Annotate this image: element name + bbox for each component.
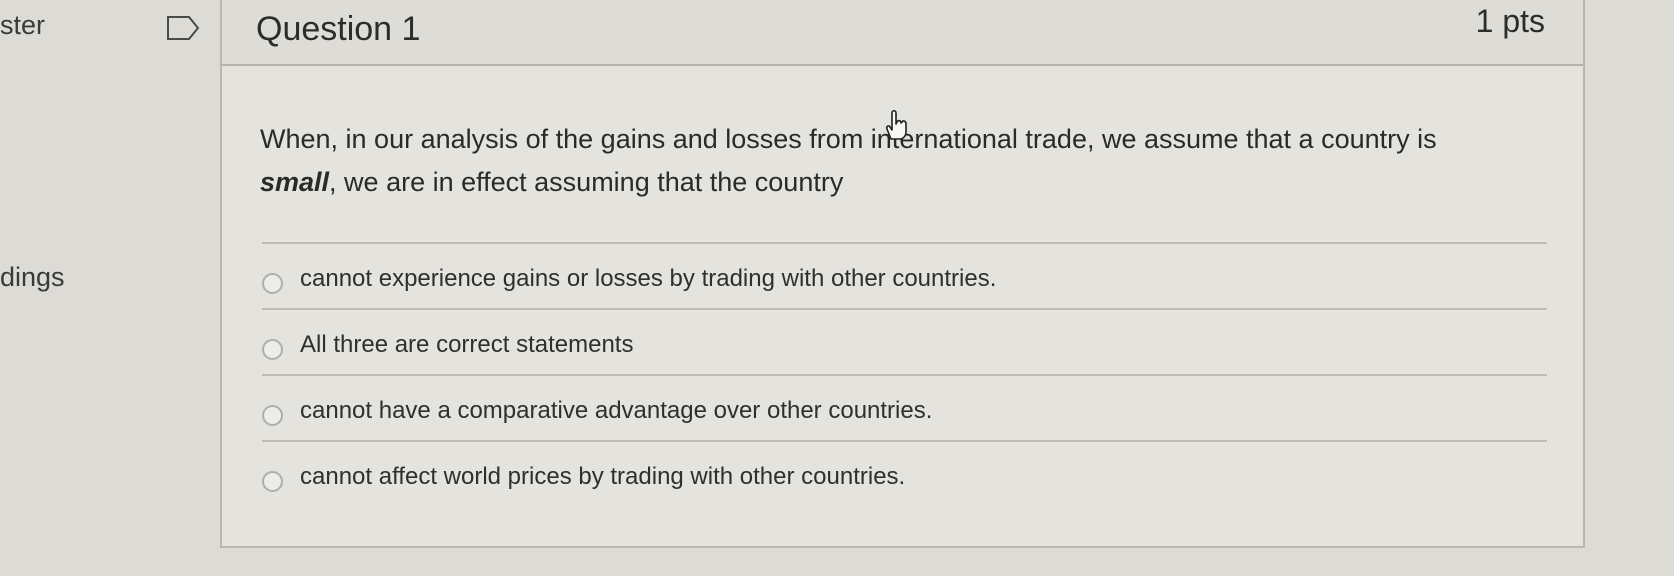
answer-list: cannot experience gains or losses by tra… xyxy=(262,242,1547,506)
answer-option-1[interactable]: cannot experience gains or losses by tra… xyxy=(262,242,1547,308)
question-title: Question 1 xyxy=(256,10,421,48)
course-navigation-sidebar: ster dings xyxy=(0,0,160,576)
answer-label: All three are correct statements xyxy=(300,331,634,358)
hand-pointer-icon xyxy=(886,109,907,140)
radio-button-icon[interactable] xyxy=(262,405,283,426)
question-text-emphasis: small xyxy=(260,167,330,197)
nav-link-fragment-dings[interactable]: dings xyxy=(0,262,65,293)
answer-option-3[interactable]: cannot have a comparative advantage over… xyxy=(262,374,1547,440)
question-header: Question 1 1 pts xyxy=(222,0,1583,66)
question-card: Question 1 1 pts When, in our analysis o… xyxy=(220,0,1585,548)
bookmark-flag-icon[interactable] xyxy=(166,14,200,42)
nav-link-fragment-ster[interactable]: ster xyxy=(0,10,45,41)
answer-option-2[interactable]: All three are correct statements xyxy=(262,308,1547,374)
question-text-suffix: , we are in effect assuming that the cou… xyxy=(329,167,844,197)
question-points: 1 pts xyxy=(1475,3,1545,39)
radio-button-icon[interactable] xyxy=(262,339,283,360)
answer-label: cannot experience gains or losses by tra… xyxy=(300,265,997,292)
answer-option-4[interactable]: cannot affect world prices by trading wi… xyxy=(262,440,1547,506)
radio-button-icon[interactable] xyxy=(262,471,283,492)
question-text-prefix: When, in our analysis of the gains and l… xyxy=(260,124,1437,154)
answer-label: cannot affect world prices by trading wi… xyxy=(300,463,906,490)
answer-label: cannot have a comparative advantage over… xyxy=(300,397,933,424)
radio-button-icon[interactable] xyxy=(262,273,283,294)
question-text: When, in our analysis of the gains and l… xyxy=(260,118,1440,204)
